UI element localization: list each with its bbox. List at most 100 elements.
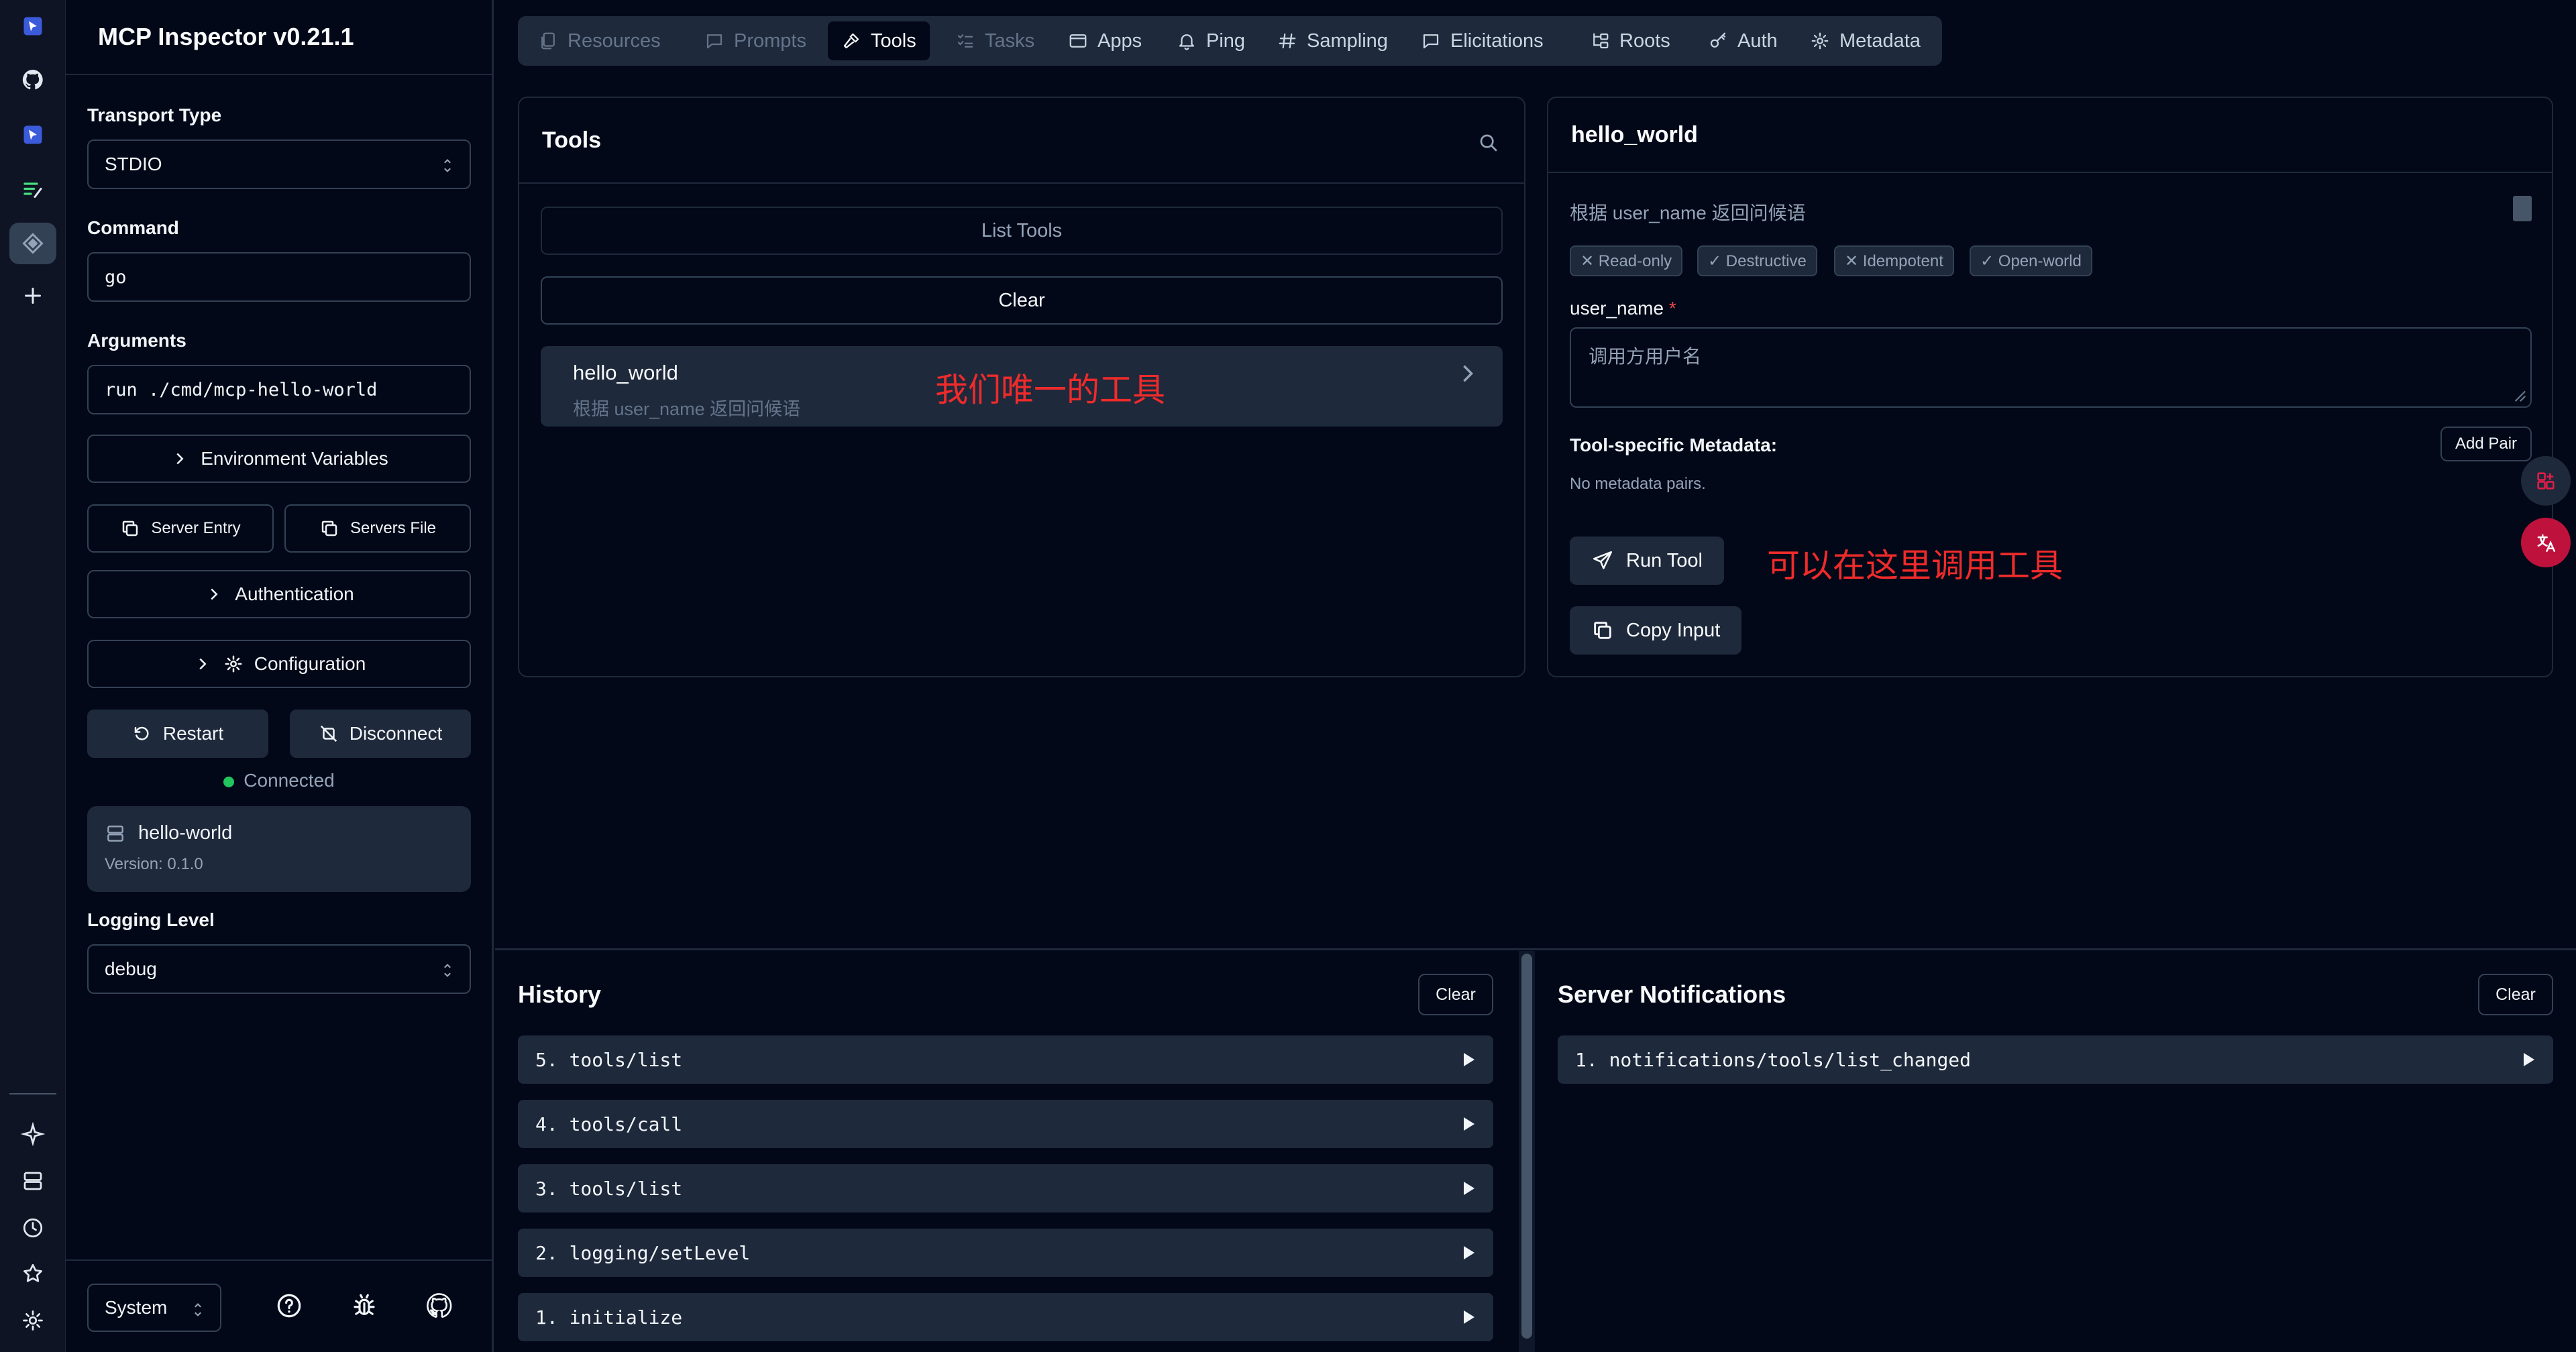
tools-panel-header: Tools [519,98,1524,184]
notification-item[interactable]: 1. notifications/tools/list_changed [1558,1035,2553,1084]
tool-detail-panel: hello_world 根据 user_name 返回问候语 ✕ Read-on… [1547,97,2553,677]
list-checks-icon [957,34,973,48]
expand-triangle-icon [1464,1246,1474,1259]
apps-plus-icon[interactable] [2521,456,2571,506]
expand-triangle-icon [1464,1182,1474,1195]
bug-icon[interactable] [350,1292,378,1320]
theme-select[interactable]: System [87,1284,221,1332]
annotation-call-tool: 可以在这里调用工具 [1767,547,2063,585]
translate-icon[interactable] [2521,518,2571,567]
tab-ping[interactable]: Ping [1163,21,1258,60]
server-entry-button[interactable]: Server Entry [87,504,274,553]
star-icon[interactable] [9,1253,56,1294]
run-tool-label: Run Tool [1626,549,1703,571]
message-square-icon [1423,34,1439,49]
cursor-icon[interactable] [9,114,56,156]
history-item-label: 2. logging/setLevel [535,1241,751,1264]
history-item[interactable]: 1. initialize [518,1293,1493,1341]
scrollbar-thumb[interactable] [1521,954,1532,1339]
sparkle-icon[interactable] [9,1113,56,1155]
tab-tasks[interactable]: Tasks [942,21,1048,60]
copy-input-button[interactable]: Copy Input [1570,606,1742,655]
arguments-input[interactable]: run ./cmd/mcp-hello-world [87,365,471,414]
resize-handle-icon[interactable] [2512,388,2526,402]
list-tools-button[interactable]: List Tools [541,207,1503,255]
history-item[interactable]: 2. logging/setLevel [518,1229,1493,1277]
server-icon[interactable] [9,1160,56,1202]
tool-detail-header: hello_world [1548,98,2552,173]
copy-icon [321,520,337,537]
tool-detail-title: hello_world [1571,121,1698,148]
activity-rail [0,0,66,1352]
tab-metadata[interactable]: Metadata [1796,21,1934,60]
chevron-updown-icon [444,159,451,172]
add-pair-button[interactable]: Add Pair [2440,427,2532,461]
tab-tools-label: Tools [871,30,916,52]
search-icon[interactable] [1477,131,1499,153]
server-version: Version: 0.1.0 [105,855,203,873]
arguments-label: Arguments [87,330,186,351]
history-clear-button[interactable]: Clear [1418,974,1493,1015]
history-item[interactable]: 3. tools/list [518,1164,1493,1213]
server-info-card: hello-world Version: 0.1.0 [87,806,471,892]
user-name-placeholder: 调用方用户名 [1589,346,1702,367]
history-clear-label: Clear [1436,984,1476,1004]
tab-roots-label: Roots [1619,30,1670,52]
history-item[interactable]: 5. tools/list [518,1035,1493,1084]
tab-resources[interactable]: Resources [525,21,674,60]
bottom-pane-divider[interactable] [495,948,2576,950]
servers-file-button[interactable]: Servers File [284,504,471,553]
disconnect-button[interactable]: Disconnect [290,710,471,758]
restart-button[interactable]: Restart [87,710,268,758]
chevron-right-icon [176,453,184,465]
server-name: hello-world [138,822,233,844]
plus-icon[interactable] [9,275,56,317]
user-name-input[interactable]: 调用方用户名 [1570,327,2532,408]
history-scrollbar[interactable] [1519,951,1535,1352]
history-item[interactable]: 4. tools/call [518,1100,1493,1148]
chevron-right-icon [211,588,218,600]
transport-type-label: Transport Type [87,105,222,125]
expand-triangle-icon [1464,1053,1474,1066]
expand-triangle-icon [1464,1310,1474,1324]
run-tool-button[interactable]: Run Tool [1570,537,1724,585]
tab-elicitations[interactable]: Elicitations [1407,21,1557,60]
param-user-name-label: user_name * [1570,298,1676,319]
configuration-button[interactable]: Configuration [87,640,471,688]
add-pair-label: Add Pair [2455,435,2518,453]
command-value: go [105,266,127,288]
tab-elicitations-label: Elicitations [1450,30,1544,52]
github-icon[interactable] [425,1292,453,1320]
tab-roots[interactable]: Roots [1576,21,1684,60]
badge-open-world: ✓ Open-world [1970,245,2092,276]
server-entry-label: Server Entry [151,519,241,537]
help-icon[interactable] [275,1292,303,1320]
tab-apps[interactable]: Apps [1055,21,1155,60]
tab-resources-label: Resources [568,30,661,52]
authentication-button[interactable]: Authentication [87,570,471,618]
expand-triangle-icon [2524,1053,2534,1066]
gear-icon [225,655,242,673]
logo-icon[interactable] [9,5,56,47]
clock-icon[interactable] [9,1207,56,1249]
tab-auth[interactable]: Auth [1695,21,1791,60]
list-icon[interactable] [9,169,56,211]
settings-icon[interactable] [9,1300,56,1341]
gem-icon[interactable] [9,223,56,264]
tab-prompts[interactable]: Prompts [691,21,820,60]
sidebar-footer: System [66,1259,492,1352]
badge-destructive: ✓ Destructive [1697,245,1817,276]
transport-type-select[interactable]: STDIO [87,139,471,189]
tab-tools[interactable]: Tools [828,21,930,60]
logging-level-select[interactable]: debug [87,944,471,994]
arguments-value: run ./cmd/mcp-hello-world [105,379,378,400]
clear-tools-button[interactable]: Clear [541,276,1503,325]
notifications-clear-button[interactable]: Clear [2478,974,2553,1015]
github-icon[interactable] [9,59,56,101]
command-input[interactable]: go [87,252,471,302]
badge-read-only: ✕ Read-only [1570,245,1683,276]
environment-variables-button[interactable]: Environment Variables [87,435,471,483]
connection-status: Connected [87,770,471,791]
no-metadata-text: No metadata pairs. [1570,475,1706,493]
tab-sampling[interactable]: Sampling [1264,21,1401,60]
